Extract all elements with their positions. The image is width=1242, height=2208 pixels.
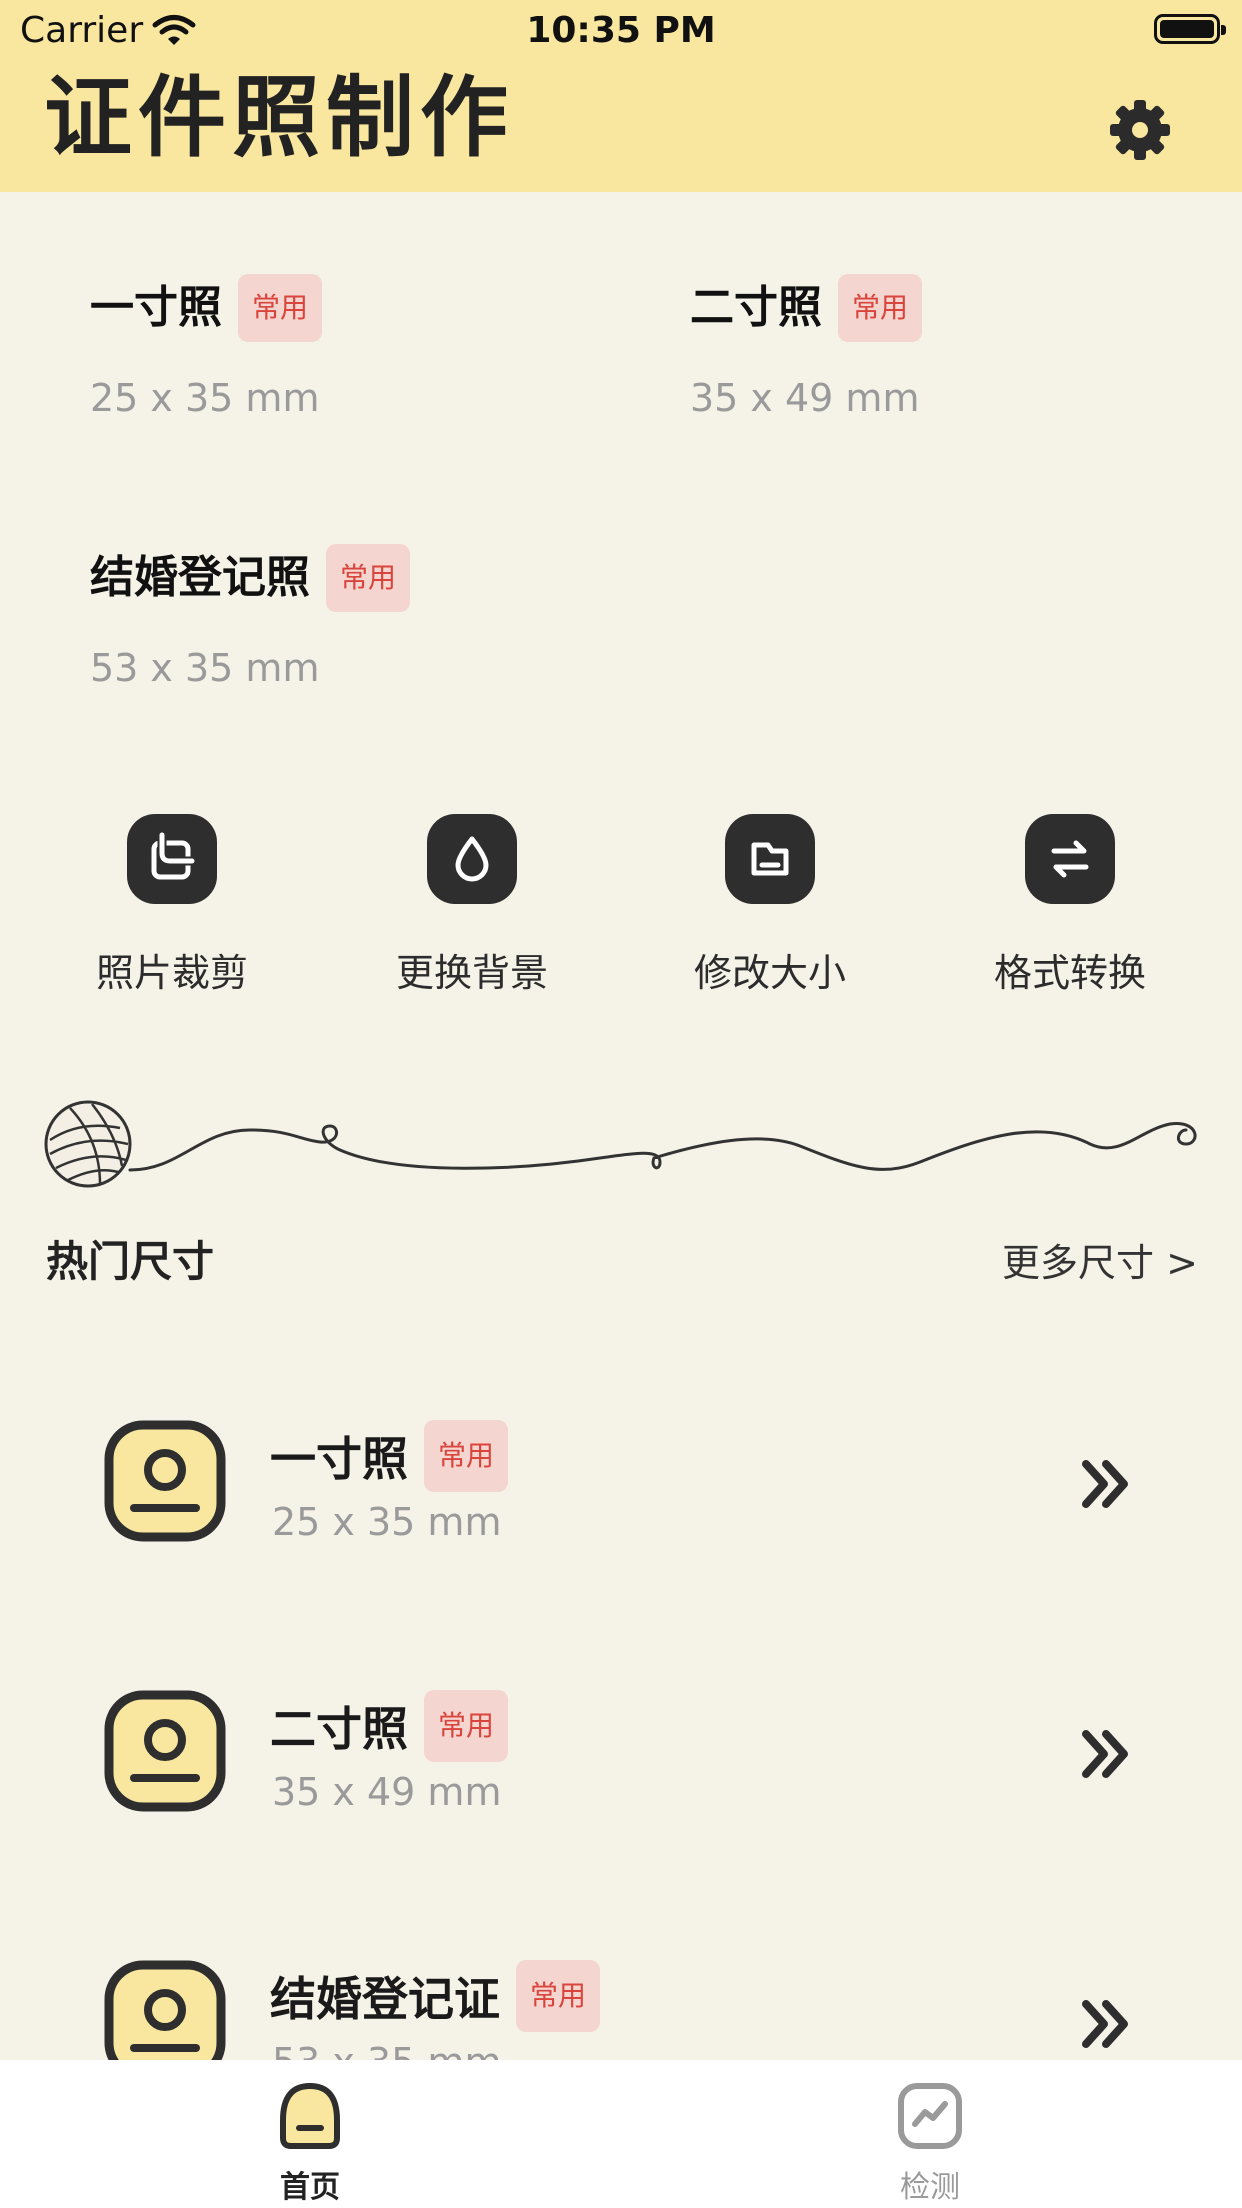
featured-card-1inch[interactable]: 一寸照 常用 25 x 35 mm [90, 274, 323, 420]
more-sizes-link[interactable]: 更多尺寸 > [1002, 1232, 1198, 1287]
card-size: 35 x 49 mm [690, 376, 920, 420]
row-size: 35 x 49 mm [272, 1770, 502, 1814]
tool-label: 照片裁剪 [95, 951, 248, 995]
swap-icon [1025, 814, 1115, 904]
tool-label: 格式转换 [993, 951, 1146, 995]
featured-card-marriage[interactable]: 结婚登记照 常用 53 x 35 mm [90, 544, 411, 690]
gear-icon[interactable] [1104, 94, 1176, 166]
page-title: 证件照制作 [44, 66, 515, 169]
tool-background[interactable]: 更换背景 [352, 814, 592, 997]
status-time: 10:35 PM [526, 10, 716, 51]
home-icon [280, 2083, 340, 2149]
common-tag: 常用 [516, 1960, 601, 2032]
card-title: 二寸照 [690, 282, 822, 333]
featured-card-2inch[interactable]: 二寸照 常用 35 x 49 mm [690, 274, 923, 420]
double-chevron-right-icon [1082, 1730, 1128, 1778]
tool-label: 修改大小 [693, 951, 846, 995]
common-tag: 常用 [424, 1690, 509, 1762]
list-item[interactable]: 一寸照 常用 25 x 35 mm [0, 1420, 1242, 1580]
tab-label: 首页 [280, 2170, 340, 2205]
common-tag: 常用 [838, 274, 923, 342]
id-photo-icon [104, 1690, 226, 1812]
drop-icon [427, 814, 517, 904]
header-bar: Carrier 10:35 PM 证件照制作 [0, 0, 1242, 192]
card-title: 一寸照 [90, 282, 222, 333]
row-title: 二寸照 [270, 1702, 408, 1756]
row-size: 25 x 35 mm [272, 1500, 502, 1544]
double-chevron-right-icon [1082, 1460, 1128, 1508]
common-tag: 常用 [326, 544, 411, 612]
section-title: 热门尺寸 [46, 1237, 215, 1286]
tab-bar: 首页 检测 [0, 2060, 1242, 2208]
tab-label: 检测 [900, 2170, 960, 2205]
double-chevron-right-icon [1082, 2000, 1128, 2048]
resize-icon [725, 814, 815, 904]
row-title: 结婚登记证 [270, 1972, 500, 2026]
tool-crop[interactable]: 照片裁剪 [52, 814, 292, 997]
battery-icon [1154, 14, 1226, 44]
tool-format[interactable]: 格式转换 [950, 814, 1190, 997]
crop-icon [127, 814, 217, 904]
tab-home[interactable]: 首页 [230, 2080, 390, 2206]
chart-icon [898, 2083, 962, 2149]
common-tag: 常用 [238, 274, 323, 342]
card-size: 53 x 35 mm [90, 646, 320, 690]
common-tag: 常用 [424, 1420, 509, 1492]
row-title: 一寸照 [270, 1432, 408, 1486]
list-item[interactable]: 二寸照 常用 35 x 49 mm [0, 1690, 1242, 1850]
card-title: 结婚登记照 [90, 552, 310, 603]
tool-label: 更换背景 [395, 951, 548, 995]
tab-detect[interactable]: 检测 [850, 2080, 1010, 2206]
card-size: 25 x 35 mm [90, 376, 320, 420]
tool-resize[interactable]: 修改大小 [650, 814, 890, 997]
yarn-decoration [44, 1100, 1197, 1188]
id-photo-icon [104, 1420, 226, 1542]
